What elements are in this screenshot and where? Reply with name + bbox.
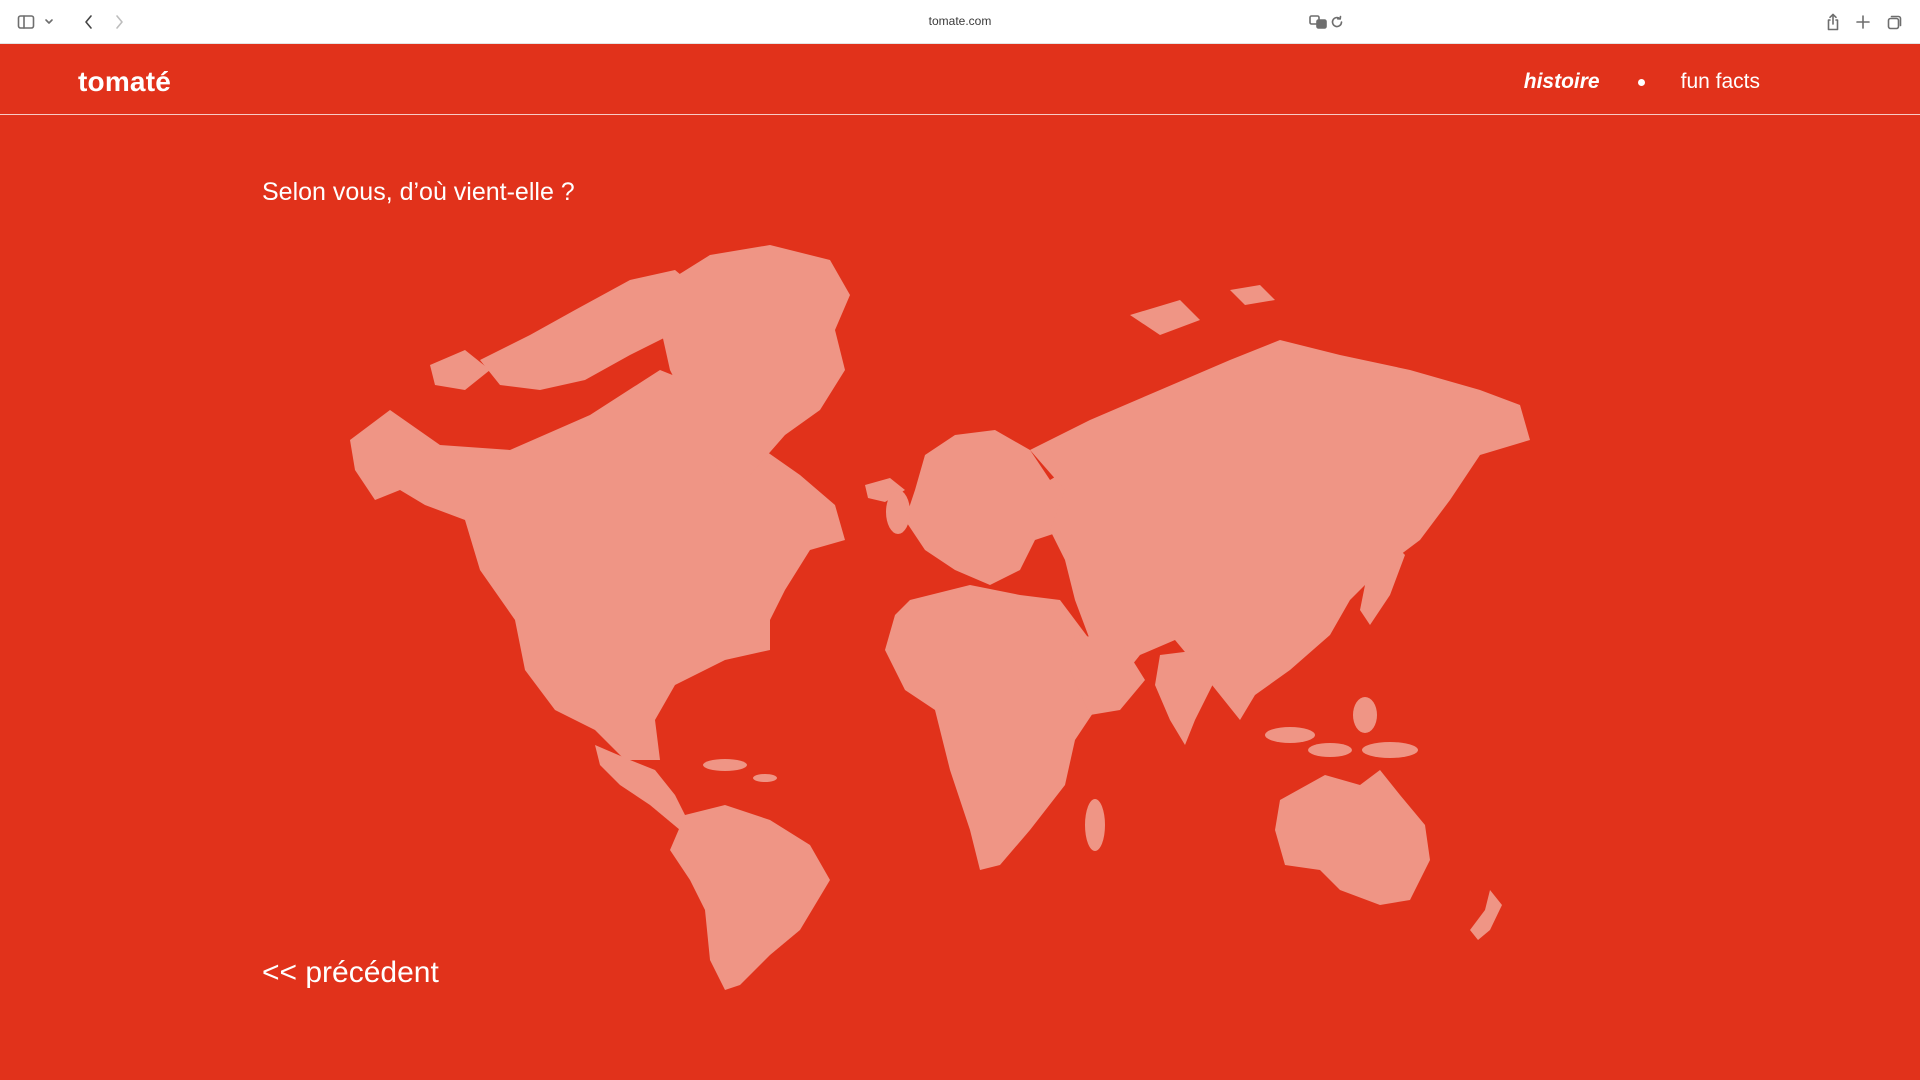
share-icon[interactable] xyxy=(1822,10,1844,34)
chevron-left-icon xyxy=(85,15,92,29)
translate-icon[interactable] xyxy=(1308,12,1328,32)
map-australia xyxy=(1275,770,1430,905)
forward-button[interactable] xyxy=(108,10,130,34)
nav-item-histoire[interactable]: histoire xyxy=(1524,70,1600,94)
map-south-america xyxy=(670,805,830,990)
main-nav: histoire fun facts xyxy=(1524,70,1760,94)
sidebar-icon[interactable] xyxy=(14,10,38,34)
map-africa xyxy=(885,585,1120,870)
map-madagascar xyxy=(1085,799,1105,851)
url-text: tomate.com xyxy=(928,14,992,28)
back-button[interactable] xyxy=(78,10,100,34)
previous-link[interactable]: << précédent xyxy=(262,956,439,990)
nav-separator-dot xyxy=(1637,78,1645,86)
reload-icon[interactable] xyxy=(1328,12,1346,32)
browser-toolbar: tomate.com xyxy=(0,0,1920,44)
map-great-britain xyxy=(886,490,910,534)
map-india xyxy=(1155,650,1215,745)
page-question: Selon vous, d’où vient-elle ? xyxy=(262,178,575,206)
site-header: tomaté histoire fun facts xyxy=(0,44,1920,115)
map-new-zealand xyxy=(1470,890,1502,940)
chevron-down-icon[interactable] xyxy=(42,10,56,34)
address-bar[interactable]: tomate.com xyxy=(572,8,1348,36)
tabs-overview-icon[interactable] xyxy=(1884,10,1906,34)
chevron-right-icon xyxy=(116,15,123,29)
plus-icon[interactable] xyxy=(1852,10,1874,34)
world-map xyxy=(350,245,1530,990)
site-logo[interactable]: tomaté xyxy=(78,66,171,98)
nav-item-fun-facts[interactable]: fun facts xyxy=(1681,70,1760,94)
